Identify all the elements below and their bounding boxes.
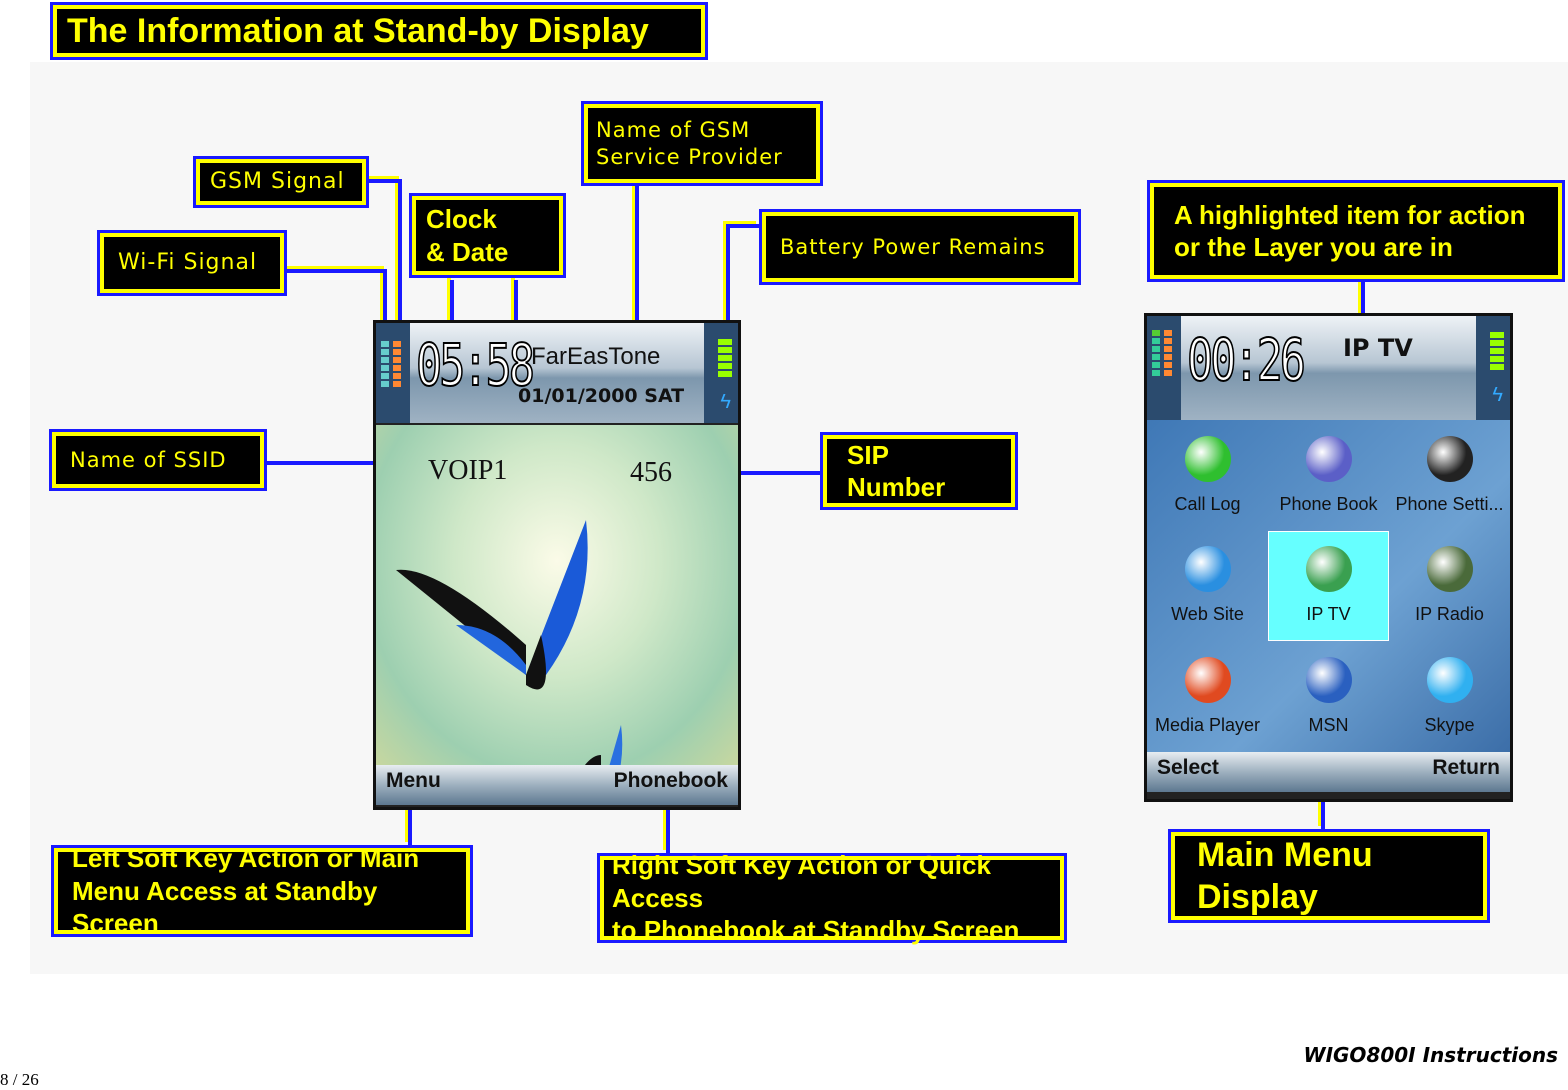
callout-wifi-signal: Wi-Fi Signal: [97, 230, 287, 296]
menu-item[interactable]: Phone Setti...: [1389, 420, 1510, 531]
callout-left-soft-key: Left Soft Key Action or Main Menu Access…: [51, 843, 473, 938]
phonebook-soft-key[interactable]: Phonebook: [614, 769, 728, 801]
battery-icon: [1490, 332, 1504, 372]
phone-book-icon: [1305, 435, 1352, 482]
charging-icon: ϟ: [1492, 384, 1503, 406]
ssid-name: VOIP1: [428, 455, 508, 486]
date: 01/01/2000 SAT: [518, 385, 685, 407]
select-soft-key[interactable]: Select: [1157, 756, 1219, 788]
callout-right-soft-key: Right Soft Key Action or Quick Access to…: [597, 850, 1067, 945]
menu-item-label: IP Radio: [1415, 604, 1484, 625]
menu-item[interactable]: IP TV: [1268, 530, 1389, 642]
menu-item[interactable]: Call Log: [1147, 420, 1268, 531]
menu-item[interactable]: IP Radio: [1389, 531, 1510, 642]
menu-grid: Call Log Phone Book Phone Setti... Web Site…: [1147, 420, 1510, 752]
return-soft-key[interactable]: Return: [1432, 756, 1500, 788]
menu-item-label: Phone Book: [1279, 493, 1378, 514]
connector-wifi: [284, 266, 384, 342]
callout-sip-number: SIP Number: [820, 432, 1018, 510]
callout-battery: Battery Power Remains: [759, 209, 1081, 285]
menu-item[interactable]: Web Site: [1147, 531, 1268, 642]
wifi-signal-icon: [381, 341, 389, 389]
callout-ssid: Name of SSID: [49, 429, 267, 491]
status-bar: 05:58 FarEasTone 01/01/2000 SAT ϟ: [376, 323, 738, 423]
menu-item[interactable]: Media Player: [1147, 641, 1268, 752]
ip-radio-icon: [1426, 546, 1473, 593]
standby-screen: 05:58 FarEasTone 01/01/2000 SAT ϟ VOIP1 …: [373, 320, 741, 820]
ip-tv-icon: [1305, 546, 1352, 593]
main-menu-screen: 00:26 IP TV ϟ Call Log Phone Book Phone Se…: [1144, 313, 1513, 802]
wifi-signal-icon: [1152, 330, 1160, 378]
msn-icon: [1305, 657, 1352, 704]
clock: 05:58: [415, 330, 535, 400]
doc-title: WIGO800I Instructions: [1303, 1043, 1558, 1067]
skype-icon: [1426, 657, 1473, 704]
menu-item-label: Phone Setti...: [1395, 493, 1504, 514]
callout-clock-date: Clock & Date: [409, 193, 566, 278]
page-number: 8 / 26: [0, 1070, 39, 1089]
status-bar: 00:26 IP TV ϟ: [1147, 316, 1510, 420]
menu-item[interactable]: Skype: [1389, 641, 1510, 752]
menu-item-label: Web Site: [1171, 604, 1244, 625]
callout-main-menu: Main Menu Display: [1168, 829, 1490, 923]
battery-icon: [718, 339, 732, 379]
clock: 00:26: [1186, 325, 1306, 395]
gsm-signal-icon: [393, 341, 401, 389]
call-log-icon: [1184, 435, 1231, 482]
menu-item-label: Call Log: [1174, 493, 1241, 514]
callout-highlight: A highlighted item for action or the Lay…: [1147, 180, 1565, 282]
charging-icon: ϟ: [720, 391, 731, 413]
menu-item-label: Media Player: [1154, 715, 1261, 736]
menu-item-label: IP TV: [1306, 604, 1351, 625]
soft-key-bar: Menu Phonebook: [376, 765, 738, 805]
phone-settings-icon: [1426, 435, 1473, 482]
callout-gsm-provider: Name of GSM Service Provider: [581, 101, 823, 186]
provider-name: FarEasTone: [531, 343, 661, 370]
menu-soft-key[interactable]: Menu: [386, 769, 441, 801]
menu-item[interactable]: Phone Book: [1268, 420, 1389, 531]
menu-item-label: MSN: [1308, 715, 1349, 736]
gsm-signal-icon: [1164, 330, 1172, 378]
media-player-icon: [1184, 657, 1231, 704]
menu-item-label: Skype: [1424, 715, 1475, 736]
wallpaper: VOIP1 456: [376, 425, 738, 820]
menu-item[interactable]: MSN: [1268, 641, 1389, 752]
layer-title: IP TV: [1343, 334, 1413, 362]
callout-gsm-signal: GSM Signal: [193, 156, 369, 208]
soft-key-bar: Select Return: [1147, 752, 1510, 792]
web-browser-icon: [1184, 546, 1231, 593]
sip-number: 456: [630, 457, 672, 488]
